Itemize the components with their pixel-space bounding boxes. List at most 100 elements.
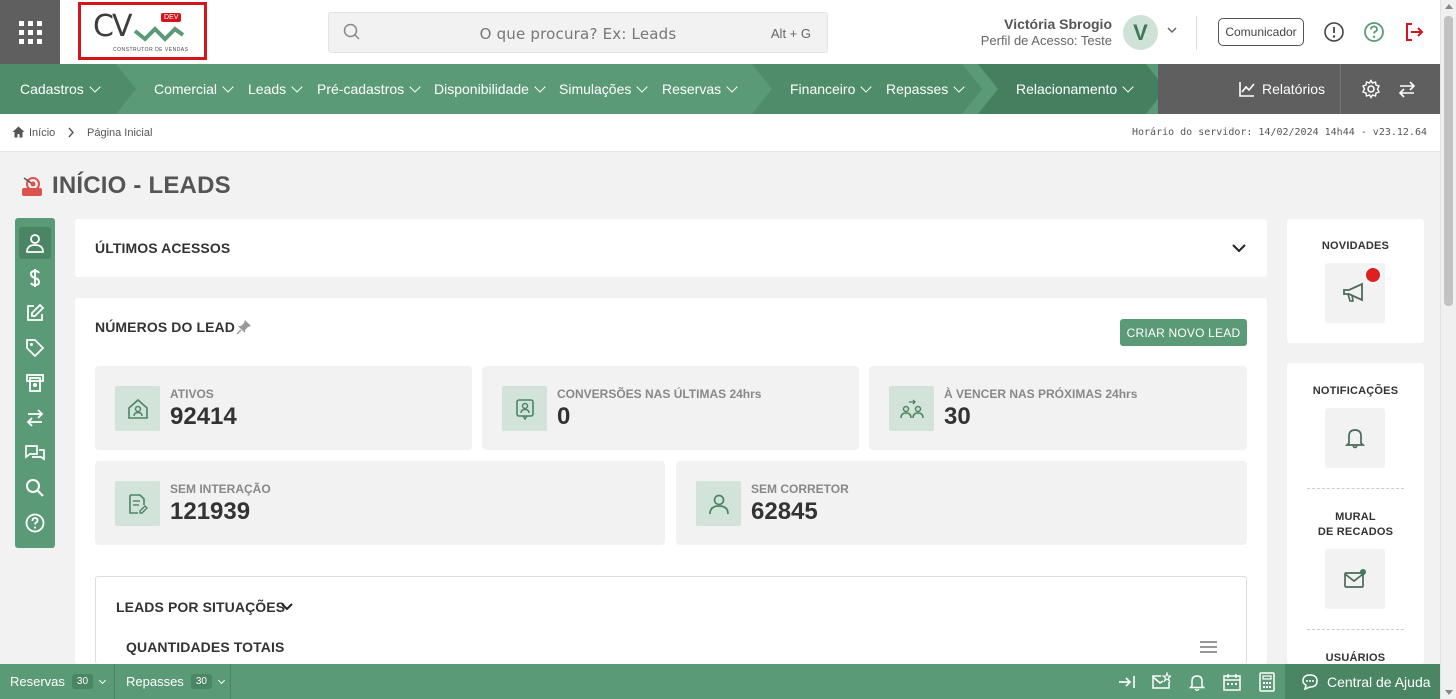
tool-financeiro[interactable] xyxy=(19,262,51,294)
nav-relacionamento[interactable]: Relacionamento xyxy=(1016,81,1134,97)
tool-help[interactable] xyxy=(19,507,51,539)
server-time: Horário do servidor: 14/02/2024 14h44 - … xyxy=(1131,127,1427,138)
calculator-icon[interactable] xyxy=(1257,672,1277,692)
pin-icon[interactable] xyxy=(236,319,252,335)
chevron-down-icon xyxy=(636,81,649,93)
nav-financeiro[interactable]: Financeiro xyxy=(790,81,873,97)
chevron-down-icon xyxy=(534,81,546,93)
scroll-down-icon[interactable] xyxy=(1445,690,1453,695)
breadcrumb: Início Página Inicial Horário do servido… xyxy=(0,114,1440,152)
ultimos-acessos-panel[interactable]: ÚLTIMOS ACESSOS xyxy=(75,219,1267,277)
collapse-right-icon[interactable] xyxy=(1117,672,1137,692)
nav-comercial[interactable]: Comercial xyxy=(154,81,234,97)
user-info[interactable]: Victória Sbrogio Perfil de Acesso: Teste xyxy=(981,16,1112,48)
numeros-title: NÚMEROS DO LEAD xyxy=(95,319,235,335)
target-icon xyxy=(22,177,42,196)
stat-label: SEM INTERAÇÃO xyxy=(170,482,271,496)
stat-label: ATIVOS xyxy=(170,387,214,401)
chevron-down-icon[interactable] xyxy=(280,600,294,614)
footer-repasses-label: Repasses xyxy=(126,674,184,689)
tool-search[interactable] xyxy=(19,472,51,504)
scroll-up-icon[interactable] xyxy=(1445,4,1453,9)
chevron-down-icon xyxy=(409,81,421,93)
notificacoes-button[interactable] xyxy=(1325,408,1385,468)
calendar-icon[interactable] xyxy=(1222,672,1242,692)
logo-text: CV xyxy=(93,9,133,44)
nav-simulacoes[interactable]: Simulações xyxy=(559,81,649,97)
brand-logo[interactable]: CV DEV CONSTRUTOR DE VENDAS xyxy=(78,2,207,60)
stat-sem-corretor[interactable]: SEM CORRETOR 62845 xyxy=(676,461,1247,545)
page-scrollbar[interactable] xyxy=(1440,0,1456,699)
situacoes-title[interactable]: LEADS POR SITUAÇÕES xyxy=(116,599,285,615)
central-de-ajuda-label: Central de Ajuda xyxy=(1327,673,1431,690)
footer-reservas[interactable]: Reservas 30 xyxy=(10,674,107,689)
mail-star-icon[interactable] xyxy=(1151,672,1171,692)
comunicador-button[interactable]: Comunicador xyxy=(1218,18,1304,46)
chevron-down-icon xyxy=(291,81,303,93)
nav-reservas[interactable]: Reservas xyxy=(662,81,738,97)
central-de-ajuda-button[interactable]: Central de Ajuda xyxy=(1285,664,1440,699)
nav-label: Financeiro xyxy=(790,81,856,97)
notificacoes-title: NOTIFICAÇÕES xyxy=(1312,385,1399,397)
global-search[interactable]: O que procura? Ex: Leads Alt + G xyxy=(328,12,828,53)
user-icon xyxy=(26,234,44,253)
info-icon[interactable] xyxy=(1323,21,1345,43)
chevron-down-icon[interactable] xyxy=(1166,24,1178,36)
help-icon[interactable] xyxy=(1363,21,1385,43)
megaphone-icon xyxy=(1343,282,1363,302)
chevron-down-icon xyxy=(217,676,225,684)
nav-repasses[interactable]: Repasses xyxy=(886,81,965,97)
swap-icon[interactable] xyxy=(1397,79,1417,99)
tool-edit[interactable] xyxy=(19,297,51,329)
stat-sem-interacao[interactable]: SEM INTERAÇÃO 121939 xyxy=(95,461,665,545)
menu-icon[interactable] xyxy=(1200,641,1217,654)
nav-disponibilidade[interactable]: Disponibilidade xyxy=(434,81,546,97)
chevron-down-icon xyxy=(726,81,738,93)
nav-pre-cadastros[interactable]: Pré-cadastros xyxy=(317,81,421,97)
header-divider xyxy=(1196,16,1197,50)
mural-button[interactable] xyxy=(1325,549,1385,609)
nav-leads[interactable]: Leads xyxy=(248,81,303,97)
novidades-panel: NOVIDADES xyxy=(1287,219,1424,343)
footer-repasses[interactable]: Repasses 30 xyxy=(126,674,225,689)
nav-divider xyxy=(1340,64,1341,114)
avatar[interactable]: V xyxy=(1123,15,1158,50)
stat-a-vencer[interactable]: À VENCER NAS PRÓXIMAS 24hrs 30 xyxy=(869,366,1247,450)
tool-tags[interactable] xyxy=(19,332,51,364)
user-icon xyxy=(696,481,741,526)
reports-link[interactable]: Relatórios xyxy=(1238,80,1325,98)
tool-chat[interactable] xyxy=(19,437,51,469)
logo-dev-badge: DEV xyxy=(161,13,182,22)
mural-title-line2: DE RECADOS xyxy=(1317,526,1394,538)
footer-bar: Reservas 30 Repasses 30 Central de Ajuda xyxy=(0,664,1440,699)
criar-novo-lead-button[interactable]: CRIAR NOVO LEAD xyxy=(1120,319,1247,346)
stat-value: 30 xyxy=(944,403,971,430)
ultimos-acessos-title: ÚLTIMOS ACESSOS xyxy=(95,240,231,256)
chevron-down-icon xyxy=(222,81,234,93)
tool-leads[interactable] xyxy=(19,227,51,259)
nav-label: Disponibilidade xyxy=(434,81,529,97)
gear-icon[interactable] xyxy=(1361,79,1381,99)
chevron-down-icon[interactable] xyxy=(1231,240,1247,256)
stat-ativos[interactable]: ATIVOS 92414 xyxy=(95,366,472,450)
home-icon xyxy=(12,126,25,138)
nav-cadastros[interactable]: Cadastros xyxy=(20,81,101,97)
scrollbar-thumb[interactable] xyxy=(1444,16,1453,306)
breadcrumb-home[interactable]: Início xyxy=(29,127,55,139)
tool-atm[interactable] xyxy=(19,367,51,399)
nav-tools: Relatórios xyxy=(1158,64,1440,114)
tool-transfer[interactable] xyxy=(19,402,51,434)
dollar-icon xyxy=(29,269,41,287)
footer-repasses-count: 30 xyxy=(190,674,212,689)
bell-icon[interactable] xyxy=(1187,672,1207,692)
stat-label: SEM CORRETOR xyxy=(751,482,849,496)
notification-dot xyxy=(1364,266,1382,284)
nav-label: Reservas xyxy=(662,81,722,97)
stat-conversoes[interactable]: CONVERSÕES NAS ÚLTIMAS 24hrs 0 xyxy=(482,366,859,450)
logout-icon[interactable] xyxy=(1403,21,1425,43)
user-name: Victória Sbrogio xyxy=(1004,16,1112,32)
apps-menu-button[interactable] xyxy=(0,0,60,64)
chevron-down-icon xyxy=(860,81,873,93)
edit-icon xyxy=(27,303,45,321)
divider xyxy=(1307,629,1404,630)
